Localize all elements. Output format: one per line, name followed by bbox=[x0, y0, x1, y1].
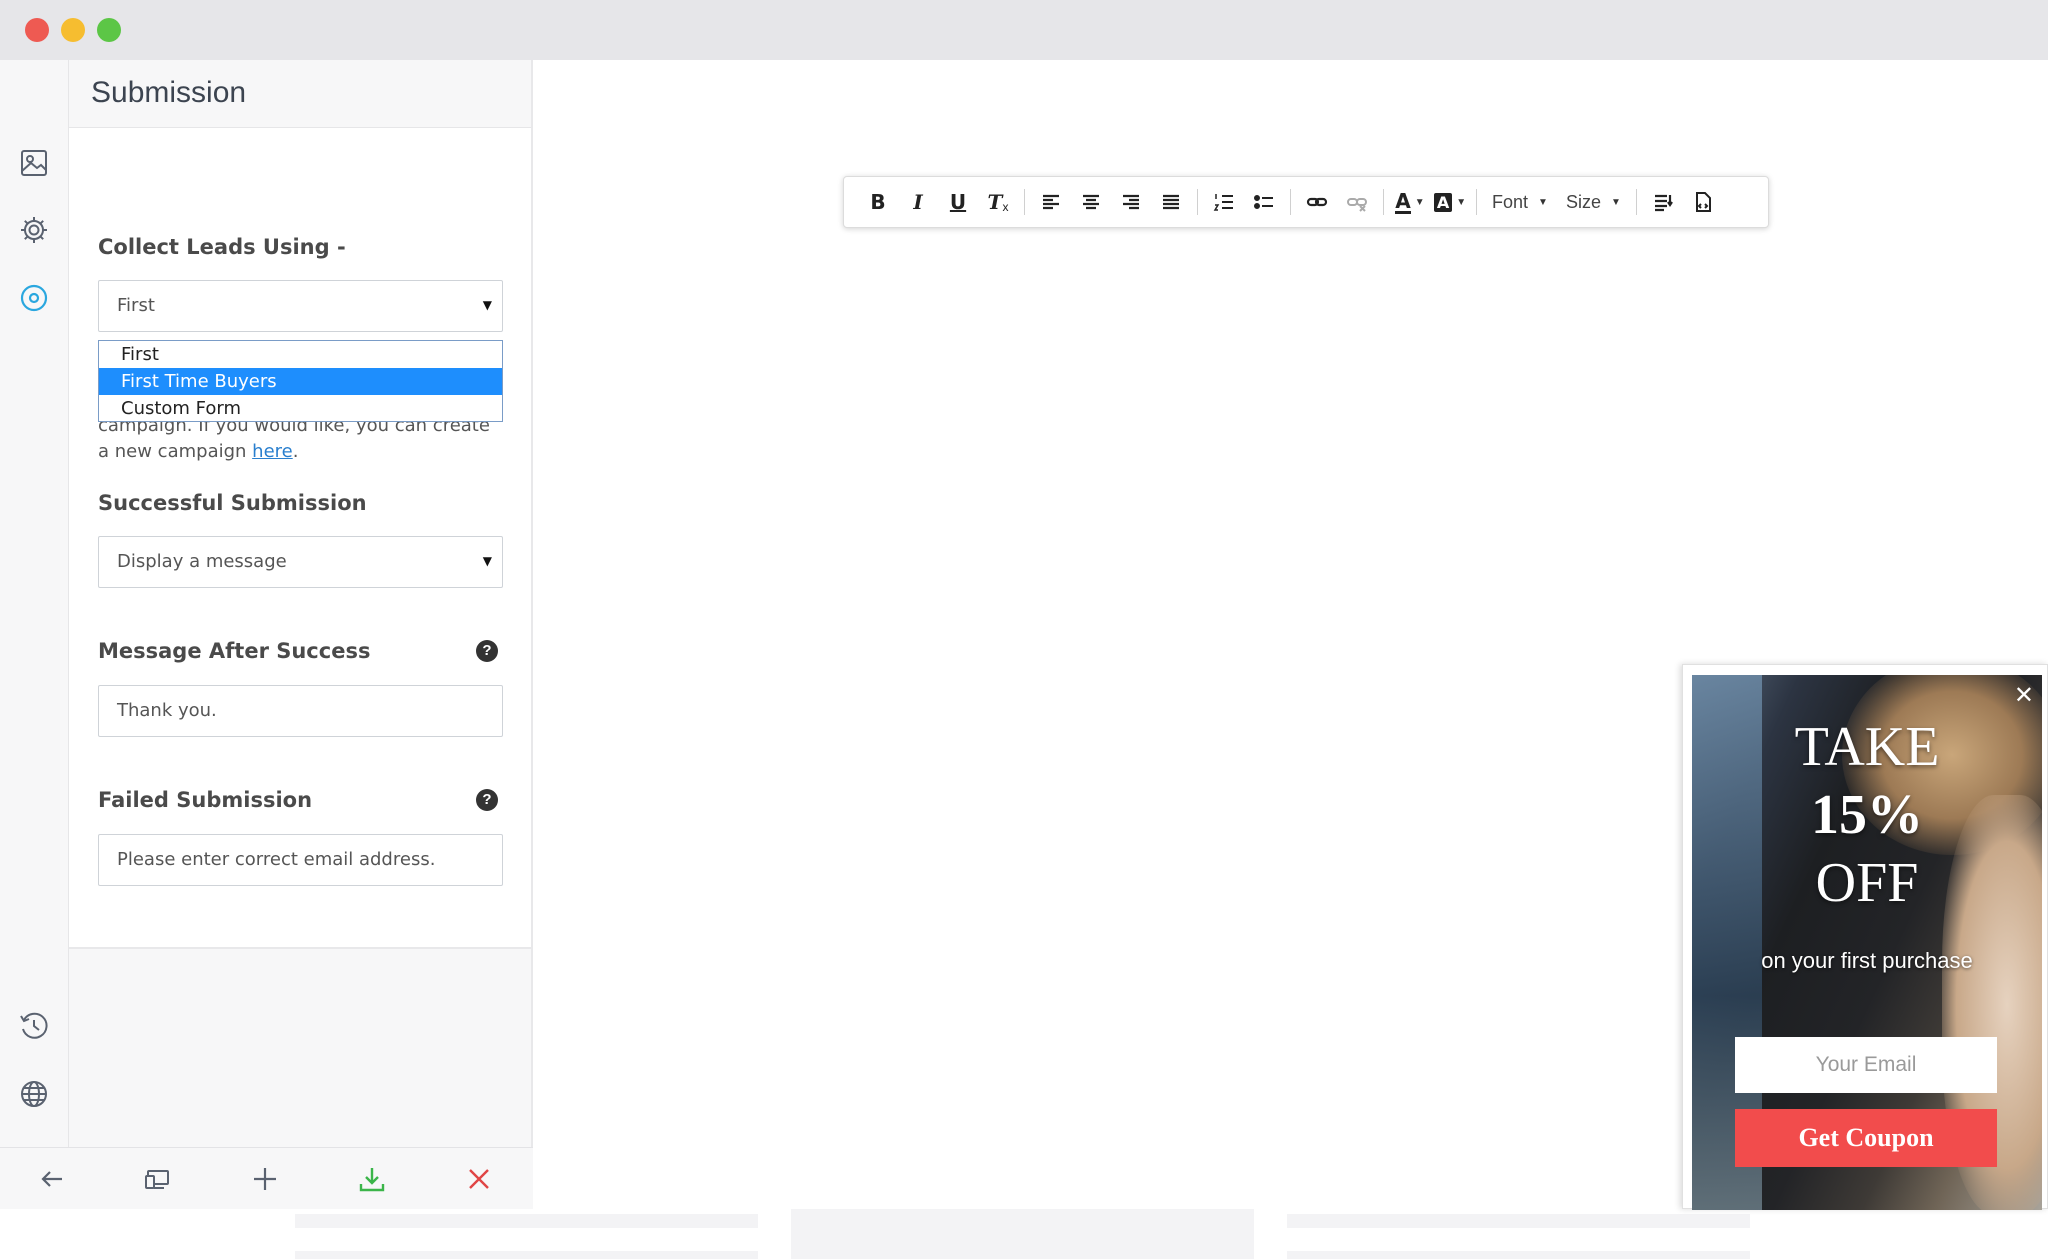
toolbar-separator bbox=[1290, 189, 1291, 215]
successful-submission-label: Successful Submission bbox=[98, 491, 367, 515]
failed-help-icon[interactable]: ? bbox=[476, 789, 498, 811]
successful-submission-value: Display a message bbox=[117, 551, 287, 572]
dropdown-option-custom-form[interactable]: Custom Form bbox=[99, 395, 502, 422]
back-arrow-icon[interactable] bbox=[35, 1162, 69, 1196]
window-minimize-button[interactable] bbox=[61, 18, 85, 42]
clear-format-button[interactable]: Tx bbox=[981, 184, 1015, 220]
placeholder-strip bbox=[295, 1251, 758, 1259]
message-after-success-value: Thank you. bbox=[117, 700, 217, 721]
unlink-icon[interactable] bbox=[1340, 184, 1374, 220]
dropdown-option-first-time-buyers[interactable]: First Time Buyers bbox=[99, 368, 502, 395]
popup-background-photo: ✕ TAKE 15% OFF on your first purchase Ge… bbox=[1692, 675, 2042, 1210]
message-after-success-label: Message After Success bbox=[98, 639, 371, 663]
failed-submission-label: Failed Submission bbox=[98, 788, 313, 812]
collect-leads-dropdown: First First Time Buyers Custom Form bbox=[98, 340, 503, 422]
window-close-button[interactable] bbox=[25, 18, 49, 42]
toolbar-separator bbox=[1635, 189, 1637, 215]
text-color-icon[interactable]: A ▼ bbox=[1393, 184, 1427, 220]
toolbar-separator bbox=[1383, 189, 1384, 215]
collect-leads-value: First bbox=[117, 295, 155, 316]
download-icon[interactable] bbox=[355, 1162, 389, 1196]
gear-icon[interactable] bbox=[17, 213, 51, 247]
panel-title: Submission bbox=[69, 60, 531, 128]
message-help-icon[interactable]: ? bbox=[476, 640, 498, 662]
background-color-icon[interactable]: A ▼ bbox=[1433, 184, 1467, 220]
get-coupon-button[interactable]: Get Coupon bbox=[1735, 1109, 1997, 1167]
dropdown-option-first[interactable]: First bbox=[99, 341, 502, 368]
font-dropdown-label: Font bbox=[1492, 191, 1529, 212]
bold-button[interactable]: B bbox=[861, 184, 895, 220]
window-titlebar bbox=[0, 0, 2048, 60]
icon-rail bbox=[0, 60, 69, 1147]
create-campaign-link[interactable]: here bbox=[252, 441, 293, 462]
toolbar-separator bbox=[1197, 189, 1198, 215]
device-preview-icon[interactable] bbox=[141, 1162, 175, 1196]
underline-button[interactable]: U bbox=[941, 184, 975, 220]
popup-close-icon[interactable]: ✕ bbox=[2014, 681, 2034, 710]
ordered-list-icon[interactable] bbox=[1207, 184, 1241, 220]
add-icon[interactable] bbox=[248, 1162, 282, 1196]
popup-subtitle: on your first purchase bbox=[1761, 948, 1973, 973]
align-center-icon[interactable] bbox=[1074, 184, 1108, 220]
popup-headline-off: OFF bbox=[1815, 852, 1919, 914]
link-icon[interactable] bbox=[1300, 184, 1334, 220]
align-right-icon[interactable] bbox=[1114, 184, 1148, 220]
placeholder-strip bbox=[295, 1214, 758, 1228]
failed-submission-input[interactable]: Please enter correct email address. bbox=[98, 834, 503, 886]
collect-leads-select[interactable]: First bbox=[98, 280, 503, 332]
toolbar-separator bbox=[1476, 189, 1477, 215]
placeholder-strip bbox=[791, 1209, 1254, 1259]
collect-leads-label: Collect Leads Using - bbox=[98, 235, 346, 259]
align-left-icon[interactable] bbox=[1034, 184, 1068, 220]
failed-submission-value: Please enter correct email address. bbox=[117, 849, 436, 870]
paragraph-format-icon[interactable] bbox=[1646, 184, 1680, 220]
toolbar-separator bbox=[1024, 189, 1025, 215]
popup-headline-percent: 15% bbox=[1811, 784, 1923, 846]
font-family-dropdown[interactable]: Font ▼ bbox=[1486, 184, 1554, 220]
placeholder-strip bbox=[1287, 1214, 1750, 1228]
placeholder-strip bbox=[1287, 1251, 1750, 1259]
align-justify-icon[interactable] bbox=[1154, 184, 1188, 220]
panel-footer-toolbar bbox=[0, 1147, 533, 1209]
successful-submission-select[interactable]: Display a message bbox=[98, 536, 503, 588]
window-maximize-button[interactable] bbox=[97, 18, 121, 42]
message-after-success-input[interactable]: Thank you. bbox=[98, 685, 503, 737]
popup-email-input[interactable] bbox=[1735, 1037, 1997, 1093]
popup-headline-take: TAKE bbox=[1794, 716, 1940, 778]
target-icon[interactable] bbox=[17, 281, 51, 315]
size-dropdown-label: Size bbox=[1565, 191, 1601, 212]
panel-body: Collect Leads Using - First campaign. If… bbox=[69, 128, 531, 949]
close-icon[interactable] bbox=[462, 1162, 496, 1196]
rich-text-toolbar: B I U Tx A ▼ A ▼ Font ▼ Size ▼ bbox=[843, 176, 1769, 228]
coupon-popup-preview: ✕ TAKE 15% OFF on your first purchase Ge… bbox=[1682, 664, 2048, 1210]
campaign-note-end: . bbox=[292, 441, 299, 462]
image-icon[interactable] bbox=[17, 146, 51, 180]
italic-button[interactable]: I bbox=[901, 184, 935, 220]
source-code-icon[interactable] bbox=[1686, 184, 1720, 220]
bullet-list-icon[interactable] bbox=[1247, 184, 1281, 220]
globe-icon[interactable] bbox=[17, 1077, 51, 1111]
font-size-dropdown[interactable]: Size ▼ bbox=[1560, 184, 1627, 220]
history-icon[interactable] bbox=[17, 1009, 51, 1043]
submission-panel: Submission Collect Leads Using - First c… bbox=[69, 60, 533, 1147]
